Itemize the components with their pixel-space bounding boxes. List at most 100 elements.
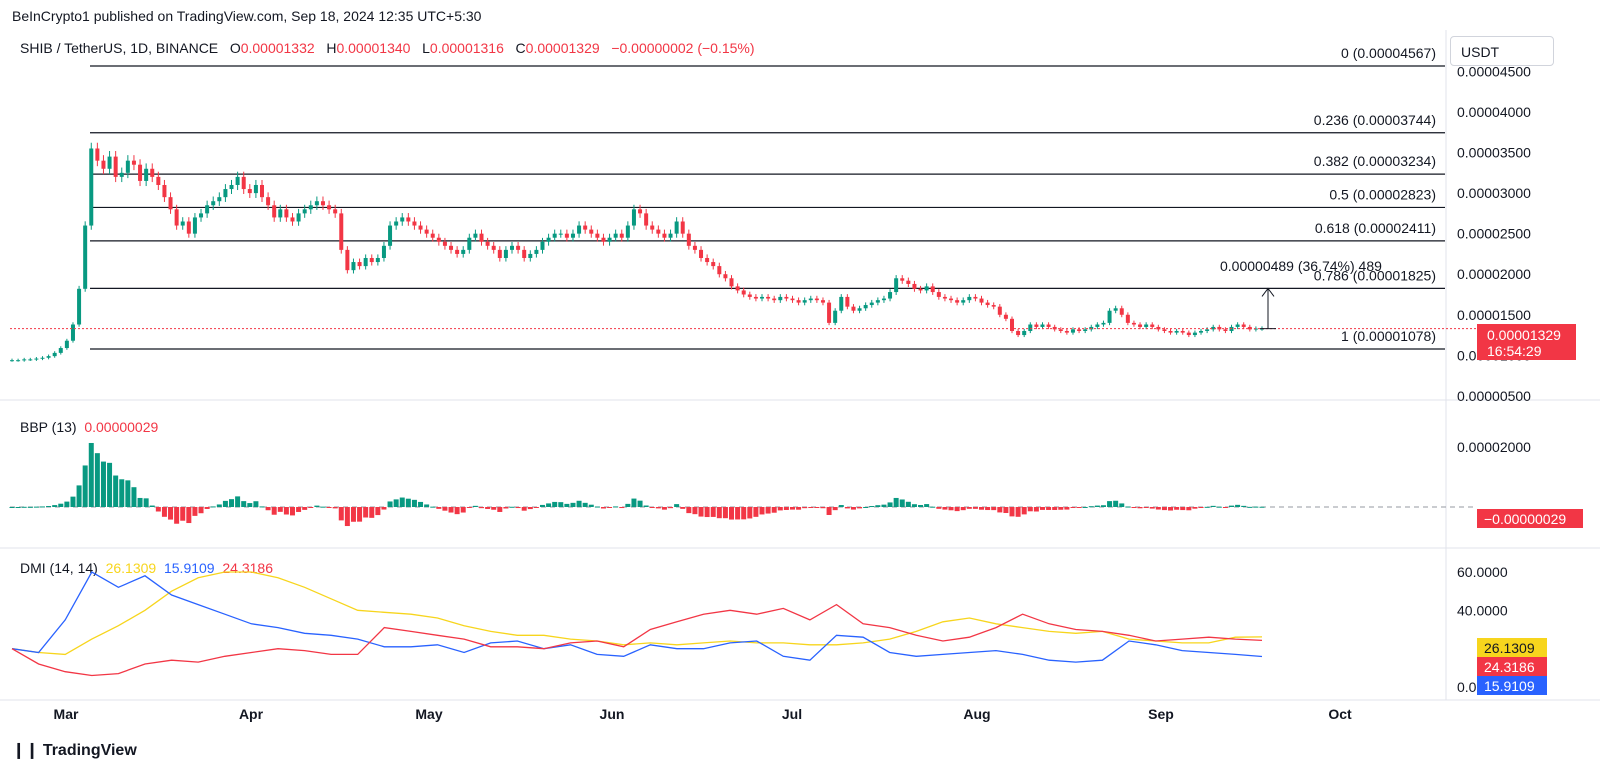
candle-body bbox=[16, 360, 21, 362]
bbp-bar bbox=[119, 479, 125, 507]
price-tick-label: 0.00001500 bbox=[1457, 307, 1531, 323]
bbp-bar bbox=[27, 506, 33, 508]
bbp-bar bbox=[491, 507, 497, 510]
candlestick-series bbox=[10, 142, 1476, 362]
candle-body bbox=[461, 249, 466, 254]
bbp-bar bbox=[503, 507, 509, 509]
chart-canvas[interactable]: 0 (0.00004567) 0.236 (0.00003744) 0.382 (0… bbox=[0, 0, 1600, 784]
bbp-bar bbox=[1168, 507, 1174, 511]
bbp-bar bbox=[1076, 507, 1082, 508]
candle-body bbox=[973, 296, 978, 299]
candle-body bbox=[430, 233, 435, 238]
candle-body bbox=[741, 290, 746, 295]
bbp-bar bbox=[643, 505, 649, 507]
bbp-bar bbox=[918, 504, 924, 507]
candle-body bbox=[1010, 318, 1014, 331]
candle-body bbox=[692, 245, 697, 250]
candle-body bbox=[369, 257, 374, 263]
bbp-bar bbox=[979, 507, 985, 510]
bbp-bar bbox=[613, 506, 619, 508]
candle-body bbox=[1034, 324, 1039, 327]
bbp-bar bbox=[887, 502, 893, 507]
bbp-bar bbox=[33, 506, 39, 508]
bbp-bar bbox=[64, 501, 70, 507]
bbp-bar bbox=[954, 507, 960, 512]
candle-body bbox=[778, 296, 783, 301]
bbp-bar bbox=[729, 507, 735, 520]
candle-body bbox=[784, 296, 789, 299]
bbp-bar bbox=[1241, 505, 1247, 507]
candle-body bbox=[1223, 329, 1228, 331]
candle-body bbox=[1186, 332, 1191, 336]
bbp-bar bbox=[161, 507, 167, 517]
bbp-bar bbox=[411, 499, 417, 507]
time-axis[interactable]: Mar Apr May Jun Jul Aug Sep Oct bbox=[54, 706, 1352, 722]
candle-body bbox=[1199, 330, 1204, 333]
candle-body bbox=[1119, 308, 1124, 315]
bbp-bar bbox=[698, 507, 704, 517]
bbp-bar bbox=[686, 507, 692, 514]
measure-tool[interactable]: 0.00000489 (36.74%) 489 bbox=[1220, 258, 1382, 330]
bbp-bar bbox=[1131, 507, 1137, 508]
candle-body bbox=[1070, 329, 1075, 333]
candle-body bbox=[192, 217, 197, 234]
bbp-bar bbox=[948, 507, 954, 511]
candle-body bbox=[491, 245, 496, 250]
candle-body bbox=[1022, 330, 1027, 336]
candle-body bbox=[308, 205, 313, 210]
candle-body bbox=[363, 257, 368, 267]
bbp-bar bbox=[241, 501, 247, 507]
candle-body bbox=[467, 237, 472, 250]
bbp-bar bbox=[320, 506, 326, 508]
bbp-bar bbox=[46, 506, 52, 508]
bbp-bar bbox=[485, 507, 491, 509]
bbp-bar bbox=[844, 507, 850, 509]
bbp-bar bbox=[338, 507, 344, 521]
candle-body bbox=[28, 359, 33, 361]
candle-body bbox=[1180, 330, 1185, 333]
candle-body bbox=[699, 249, 704, 258]
bbp-bar bbox=[875, 505, 881, 507]
bbp-bar bbox=[796, 507, 802, 510]
candle-body bbox=[924, 286, 929, 291]
bbp-bar bbox=[692, 507, 698, 515]
bbp-bar bbox=[1064, 507, 1070, 510]
bbp-bar bbox=[826, 507, 832, 515]
bbp-bar bbox=[271, 507, 277, 515]
bbp-bar bbox=[1247, 506, 1253, 508]
bbp-bar bbox=[588, 504, 594, 507]
candle-body bbox=[1150, 324, 1155, 327]
candle-body bbox=[997, 306, 1002, 315]
fibonacci-retracement[interactable]: 0 (0.00004567) 0.236 (0.00003744) 0.382 (0… bbox=[90, 45, 1445, 350]
candle-body bbox=[796, 300, 801, 303]
bbp-bar bbox=[820, 507, 826, 509]
bbp-bar bbox=[661, 507, 667, 510]
candle-body bbox=[101, 160, 106, 169]
price-axis[interactable]: 0.00004500 0.00004000 0.00003500 0.00003000… bbox=[1457, 63, 1531, 695]
candle-body bbox=[70, 324, 75, 341]
candle-body bbox=[760, 296, 764, 299]
time-tick-label: Apr bbox=[239, 706, 264, 722]
bbp-bar bbox=[1070, 507, 1076, 508]
bbp-bar bbox=[759, 507, 765, 515]
candle-body bbox=[595, 233, 600, 238]
bbp-bar bbox=[893, 497, 899, 507]
candle-body bbox=[1174, 330, 1179, 333]
bbp-bar bbox=[369, 507, 375, 518]
candle-body bbox=[857, 308, 862, 311]
candle-body bbox=[558, 233, 563, 235]
bbp-bar bbox=[326, 507, 332, 508]
bbp-bar bbox=[771, 507, 777, 513]
candle-body bbox=[272, 205, 277, 218]
candle-body bbox=[625, 225, 630, 238]
bbp-bar bbox=[149, 505, 155, 507]
candle-body bbox=[180, 221, 185, 226]
candle-body bbox=[125, 160, 130, 173]
bbp-bar bbox=[1192, 507, 1198, 509]
candle-body bbox=[485, 241, 490, 246]
candle-body bbox=[473, 233, 478, 238]
bbp-bar bbox=[789, 507, 795, 510]
price-badge-countdown: 16:54:29 bbox=[1487, 343, 1542, 359]
price-tick-label: 0.00002000 bbox=[1457, 266, 1531, 282]
bbp-bar bbox=[832, 507, 838, 511]
